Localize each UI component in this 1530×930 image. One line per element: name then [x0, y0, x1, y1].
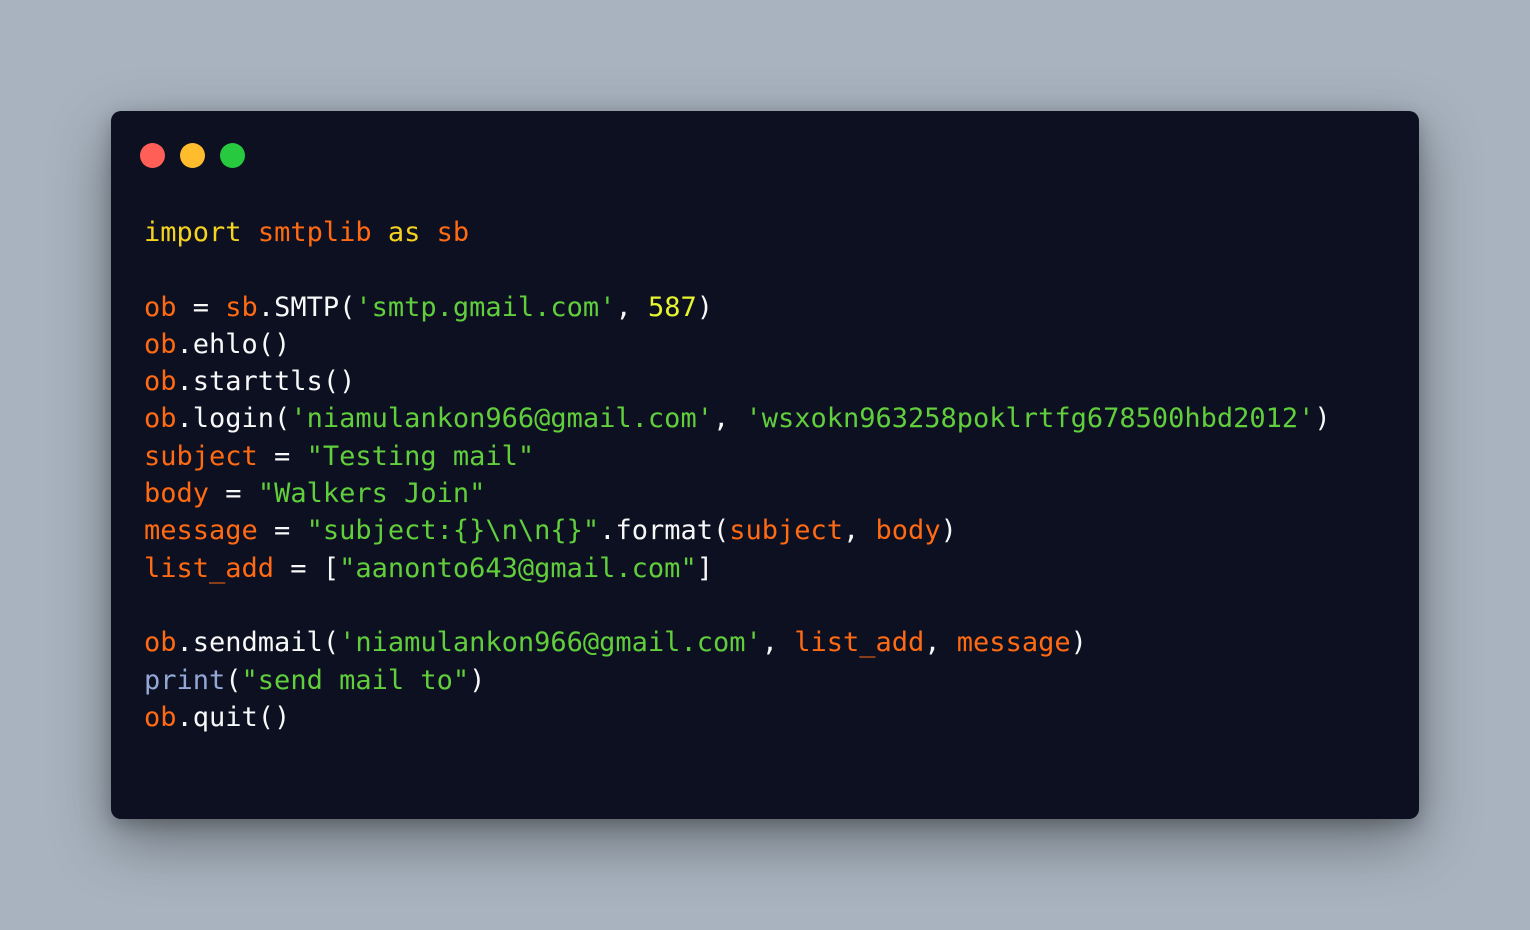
code-token: , [712, 403, 746, 435]
code-line: ob.ehlo() [144, 326, 1331, 363]
code-line: ob.sendmail('niamulankon966@gmail.com', … [144, 624, 1331, 661]
code-token: ob [144, 627, 177, 659]
code-line: ob.login('niamulankon966@gmail.com', 'ws… [144, 400, 1331, 437]
code-token: body [875, 515, 941, 547]
code-token: .login( [176, 403, 291, 435]
code-token: print [144, 664, 226, 696]
code-token: body [144, 478, 210, 510]
code-token: , [761, 627, 795, 659]
code-line: import smtplib as sb [144, 214, 1331, 251]
code-token: message [144, 515, 258, 547]
code-token: .starttls() [176, 366, 356, 398]
code-token: .ehlo() [176, 328, 291, 360]
code-line: message = "subject:{}\n\n{}".format(subj… [144, 512, 1331, 549]
code-token: "send mail to" [241, 664, 470, 696]
code-token: subject [729, 515, 844, 547]
code-token: = [257, 515, 307, 547]
code-token: .sendmail( [176, 627, 340, 659]
code-line: body = "Walkers Join" [144, 475, 1331, 512]
code-token: = [176, 291, 226, 323]
code-token: ) [469, 664, 486, 696]
code-token: "Walkers Join" [257, 478, 486, 510]
code-token: .SMTP( [257, 291, 356, 323]
code-token: .quit() [176, 701, 291, 733]
code-token: "Testing mail" [306, 440, 535, 472]
code-token: , [615, 291, 648, 323]
code-token: sb [225, 291, 258, 323]
code-token: list_add [794, 627, 925, 659]
code-token: 'niamulankon966@gmail.com' [339, 627, 762, 659]
code-line: list_add = ["aanonto643@gmail.com"] [144, 550, 1331, 587]
code-line: subject = "Testing mail" [144, 438, 1331, 475]
code-token: ) [940, 515, 957, 547]
code-token: ob [144, 701, 177, 733]
code-token: import [144, 217, 242, 248]
code-token: sb [436, 217, 470, 248]
code-token: 'smtp.gmail.com' [355, 291, 616, 323]
code-token: 'wsxokn963258poklrtfg678500hbd2012' [745, 403, 1315, 435]
code-token: ob [144, 328, 177, 360]
code-block: import smtplib as sb ob = sb.SMTP('smtp.g… [144, 214, 1331, 736]
code-token: ) [1314, 403, 1331, 435]
code-token: ) [1070, 627, 1087, 659]
code-token: "subject:{}\n\n{}" [306, 515, 600, 547]
code-token: ] [696, 552, 713, 584]
code-token: , [924, 627, 957, 659]
code-token: ) [696, 291, 714, 323]
code-line: ob.quit() [144, 699, 1331, 736]
maximize-button[interactable] [220, 143, 245, 168]
code-token: , [843, 515, 876, 547]
code-line: print("send mail to") [144, 662, 1331, 699]
close-button[interactable] [140, 143, 165, 168]
code-token: 'niamulankon966@gmail.com' [290, 403, 713, 435]
code-token: 587 [647, 291, 697, 323]
code-line: ob = sb.SMTP('smtp.gmail.com', 587) [144, 289, 1331, 326]
code-line: ob.starttls() [144, 363, 1331, 400]
code-token: "aanonto643@gmail.com" [339, 552, 697, 584]
code-token: list_add [144, 552, 275, 584]
code-token: ob [144, 366, 177, 398]
code-token: as [387, 217, 421, 248]
code-token: ( [225, 664, 242, 696]
minimize-button[interactable] [180, 143, 205, 168]
code-token: smtplib [257, 217, 372, 248]
code-token: .format( [599, 515, 730, 547]
code-token: = [209, 478, 258, 510]
code-token: = [257, 440, 307, 472]
code-token: subject [144, 440, 258, 472]
code-window: import smtplib as sb ob = sb.SMTP('smtp.g… [111, 111, 1419, 819]
code-token: ob [144, 291, 177, 323]
window-controls [140, 143, 245, 168]
code-token: = [ [274, 552, 340, 584]
code-token: ob [144, 403, 177, 435]
code-token: message [956, 627, 1071, 659]
